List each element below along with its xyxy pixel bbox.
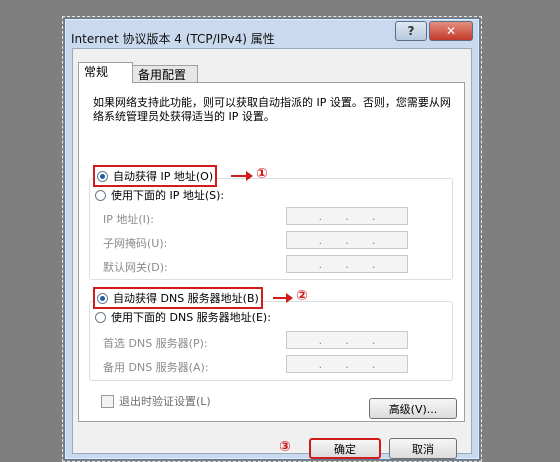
general-tab-panel: 如果网络支持此功能，则可以获取自动指派的 IP 设置。否则，您需要从网络系统管理… [78, 82, 465, 422]
auto-dns-radio[interactable]: 自动获得 DNS 服务器地址(B) [93, 287, 263, 309]
ok-button[interactable]: 确定 [309, 438, 381, 459]
ip-dot: . [318, 233, 323, 247]
annotation-arrow-1 [231, 171, 253, 181]
manual-ip-radio[interactable]: 使用下面的 IP 地址(S): [95, 187, 229, 203]
radio-selected-icon [97, 170, 108, 182]
dialog-client-area: 常规 备用配置 如果网络支持此功能，则可以获取自动指派的 IP 设置。否则，您需… [72, 48, 472, 459]
ip-dot: . [318, 357, 323, 371]
ip-dot: . [318, 333, 323, 347]
ip-dot: . [371, 257, 376, 271]
radio-selected-icon [97, 292, 108, 304]
annotation-number-1: ① [256, 166, 268, 182]
help-button[interactable]: ? [395, 21, 427, 41]
radio-unselected-icon [95, 189, 106, 201]
auto-dns-label: 自动获得 DNS 服务器地址(B) [113, 292, 259, 305]
auto-ip-radio[interactable]: 自动获得 IP 地址(O) [93, 165, 218, 187]
tcpip-properties-dialog: Internet 协议版本 4 (TCP/IPv4) 属性 ? ✕ 常规 备用配… [62, 16, 482, 462]
preferred-dns-label: 首选 DNS 服务器(P): [103, 337, 208, 350]
ip-dot: . [345, 333, 349, 347]
description-text: 如果网络支持此功能，则可以获取自动指派的 IP 设置。否则，您需要从网络系统管理… [93, 96, 451, 123]
annotation-number-3: ③ [279, 439, 291, 455]
ip-dot: . [345, 357, 349, 371]
alternate-dns-label: 备用 DNS 服务器(A): [103, 361, 209, 374]
annotation-number-2: ② [296, 288, 308, 304]
checkbox-icon [101, 394, 114, 408]
manual-dns-label: 使用下面的 DNS 服务器地址(E): [111, 311, 271, 324]
validate-on-exit-checkbox[interactable]: 退出时验证设置(L) [101, 393, 211, 409]
dialog-title: Internet 协议版本 4 (TCP/IPv4) 属性 [71, 32, 275, 46]
manual-dns-radio[interactable]: 使用下面的 DNS 服务器地址(E): [95, 309, 275, 325]
ip-dot: . [345, 209, 349, 223]
alternate-dns-input[interactable]: ... [286, 355, 408, 373]
preferred-dns-input[interactable]: ... [286, 331, 408, 349]
radio-unselected-icon [95, 311, 106, 323]
annotation-arrow-2 [273, 293, 293, 303]
ip-dot: . [371, 209, 376, 223]
ip-dot: . [318, 209, 323, 223]
subnet-mask-label: 子网掩码(U): [103, 237, 168, 250]
ip-address-label: IP 地址(I): [103, 213, 154, 226]
default-gateway-input[interactable]: ... [286, 255, 408, 273]
advanced-button[interactable]: 高级(V)... [369, 398, 457, 419]
ip-dot: . [318, 257, 323, 271]
ip-dot: . [345, 257, 349, 271]
ip-dot: . [345, 233, 349, 247]
tab-general[interactable]: 常规 [78, 62, 133, 83]
ip-address-input[interactable]: ... [286, 207, 408, 225]
subnet-mask-input[interactable]: ... [286, 231, 408, 249]
ip-dot: . [371, 333, 376, 347]
validate-on-exit-label: 退出时验证设置(L) [119, 395, 211, 408]
close-button[interactable]: ✕ [429, 21, 473, 41]
auto-ip-label: 自动获得 IP 地址(O) [113, 170, 214, 183]
ip-dot: . [371, 357, 376, 371]
default-gateway-label: 默认网关(D): [103, 261, 168, 274]
cancel-button[interactable]: 取消 [389, 438, 457, 459]
manual-ip-label: 使用下面的 IP 地址(S): [111, 189, 225, 202]
ip-dot: . [371, 233, 376, 247]
